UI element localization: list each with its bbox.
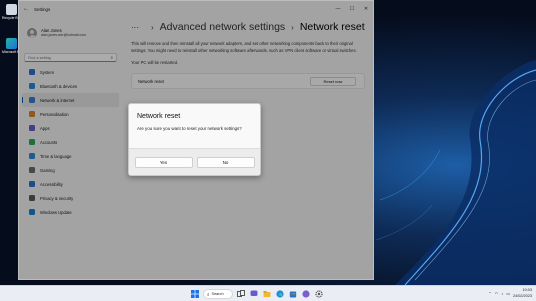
settings-gear-icon[interactable] — [314, 289, 324, 299]
teams-icon[interactable] — [301, 289, 311, 299]
edge-icon[interactable] — [275, 289, 285, 299]
task-view-icon[interactable] — [236, 289, 246, 299]
clock[interactable]: 10:03 24/02/2023 — [513, 288, 532, 299]
system-tray: ⌃ ◠ ♪ ▭ 10:03 24/02/2023 — [488, 288, 532, 299]
store-icon[interactable] — [288, 289, 298, 299]
no-button[interactable]: No — [196, 156, 255, 168]
start-button[interactable] — [190, 289, 200, 299]
file-explorer-icon[interactable] — [262, 289, 272, 299]
battery-icon[interactable]: ▭ — [506, 291, 510, 296]
dialog-title: Network reset — [137, 113, 181, 120]
chevron-up-icon[interactable]: ⌃ — [488, 291, 491, 296]
yes-button[interactable]: Yes — [134, 156, 193, 168]
edge-icon — [5, 38, 17, 49]
windows-logo-icon — [191, 290, 199, 298]
confirm-dialog: Network reset Are you sure you want to r… — [128, 103, 261, 176]
dialog-footer: Yes No — [129, 148, 260, 175]
taskbar-apps: ⌕ Search — [190, 289, 324, 299]
chat-icon[interactable] — [249, 289, 259, 299]
wifi-icon[interactable]: ◠ — [495, 291, 499, 296]
taskbar-search[interactable]: ⌕ Search — [203, 289, 233, 299]
dialog-message: Are you sure you want to reset your netw… — [137, 126, 242, 131]
recycle-bin-icon — [5, 4, 17, 15]
clock-date: 24/02/2023 — [512, 293, 532, 298]
taskbar: ⌕ Search ⌃ ◠ ♪ ▭ 10:03 24/02/2023 — [0, 285, 536, 301]
search-icon: ⌕ — [207, 291, 210, 297]
volume-icon[interactable]: ♪ — [501, 291, 503, 296]
